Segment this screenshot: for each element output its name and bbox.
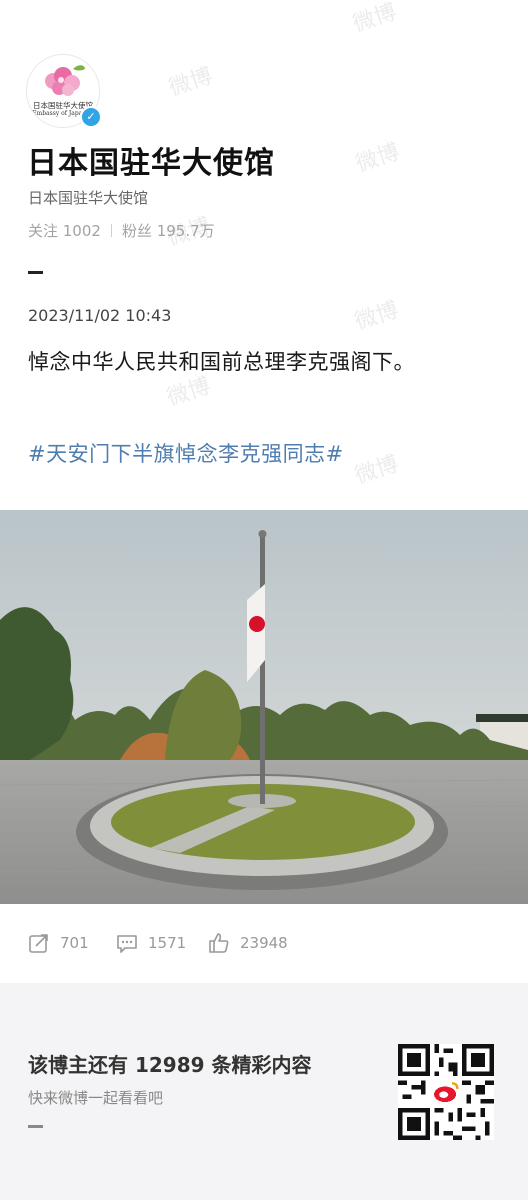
watermark: 微博 [351, 451, 402, 490]
footer-divider [28, 1125, 43, 1128]
repost-button[interactable]: 701 [28, 928, 89, 958]
thumbs-up-icon [209, 933, 229, 953]
like-button[interactable]: 23948 [208, 928, 288, 958]
watermark: 微博 [352, 139, 403, 178]
section-divider [28, 271, 43, 274]
watermark: 微博 [165, 63, 216, 102]
verified-badge-icon: ✓ [80, 106, 102, 128]
watermark: 微博 [351, 297, 402, 336]
share-icon [29, 934, 48, 953]
promo-title: 该博主还有 12989 条精彩内容 [28, 1053, 312, 1077]
comment-button[interactable]: 1571 [116, 928, 186, 958]
divider [110, 224, 112, 237]
watermark: 微博 [349, 0, 400, 38]
flag-half-mast-photo [0, 510, 528, 904]
cherry-blossom-logo [45, 65, 85, 96]
post-text: 悼念中华人民共和国前总理李克强阁下。 [28, 350, 415, 374]
like-count: 23948 [240, 934, 288, 952]
comment-count: 1571 [148, 934, 187, 952]
profile-subname: 日本国驻华大使馆 [28, 189, 149, 207]
profile-stats: 关注 1002 粉丝 195.7万 [28, 220, 215, 241]
footer-promo: 该博主还有 12989 条精彩内容 快来微博一起看看吧 [0, 983, 528, 1200]
promo-subtitle: 快来微博一起看看吧 [28, 1089, 164, 1107]
post-photo[interactable] [0, 510, 528, 904]
action-bar: 701 1571 23948 [0, 928, 528, 958]
post-date: 2023/11/02 10:43 [28, 306, 172, 325]
qr-code-icon[interactable] [398, 1044, 494, 1140]
comment-icon [117, 935, 137, 953]
post-hashtag-link[interactable]: #天安门下半旗悼念李克强同志# [28, 438, 344, 468]
profile-name[interactable]: 日本国驻华大使馆 [27, 138, 275, 182]
following-count[interactable]: 关注 1002 [28, 222, 101, 240]
followers-count[interactable]: 粉丝 195.7万 [122, 222, 215, 240]
repost-count: 701 [60, 934, 89, 952]
